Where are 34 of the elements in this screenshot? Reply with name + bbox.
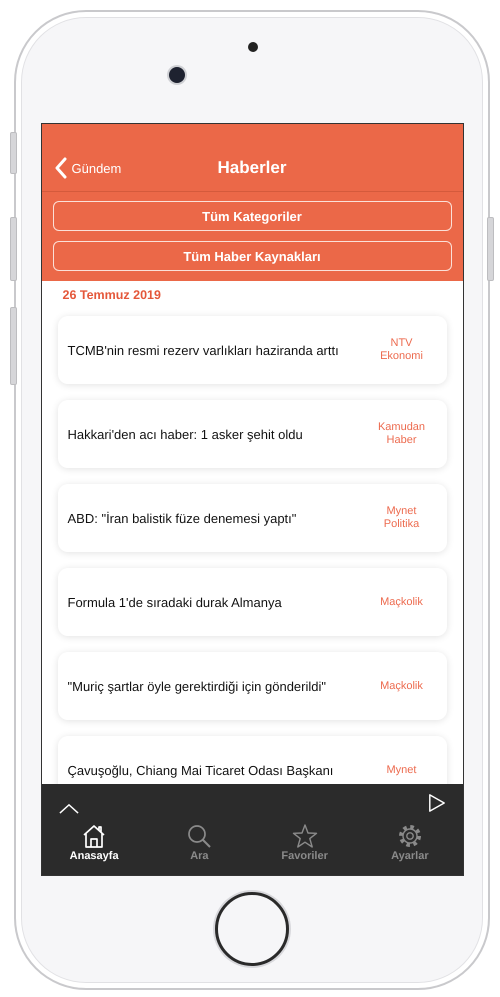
chevron-up-icon[interactable] [58, 803, 78, 814]
screen-title: Haberler [218, 158, 286, 179]
star-icon [292, 823, 318, 849]
news-source: Mynet [386, 764, 418, 776]
settings-icon [396, 823, 423, 849]
news-source: Kamudan Haber [376, 421, 426, 447]
news-card[interactable]: Formula 1'de sıradaki durak Almanya Maçkolik [58, 568, 446, 636]
news-title: Hakkari'den acı haber: 1 asker şehit oldu [68, 426, 304, 442]
news-card[interactable]: Hakkari'den acı haber: 1 asker şehit oldu Kamudan Haber [58, 400, 446, 468]
news-source: Maçkolik [379, 680, 424, 692]
date-heading: 26 Temmuz 2019 [62, 287, 162, 304]
chevron-left-icon [54, 157, 66, 179]
camera-lens [169, 67, 185, 83]
news-card[interactable]: "Muriç şartlar öyle gerektirdiği için gönderildi" Maçkolik [58, 652, 446, 720]
tab-item[interactable]: Favoriler [252, 823, 358, 875]
news-title: Formula 1'de sıradaki durak Almanya [68, 594, 283, 610]
play-icon[interactable] [428, 792, 446, 812]
tab-item[interactable]: Ayarlar [357, 823, 462, 875]
news-title: TCMB'nin resmi rezerv varlıkları haziranda arttı [68, 342, 340, 358]
news-title: "Muriç şartlar öyle gerektirdiği için gönderildi" [68, 678, 327, 694]
news-card[interactable]: ABD: "İran balistik füze denemesi yaptı" Mynet Politika [58, 484, 446, 552]
home-icon [81, 823, 108, 849]
news-card[interactable]: Çavuşoğlu, Chiang Mai Ticaret Odası Başkanı Mynet [58, 736, 446, 784]
news-source: Mynet Politika [382, 505, 420, 531]
news-title: Çavuşoğlu, Chiang Mai Ticaret Odası Başkanı [68, 762, 334, 778]
tab-item[interactable]: Ara [146, 823, 252, 875]
home-button[interactable] [215, 892, 289, 966]
news-source: NTV Ekonomi [379, 337, 424, 363]
tab-item[interactable]: Anasayfa [42, 823, 147, 875]
news-source: Maçkolik [379, 596, 424, 608]
news-card[interactable]: TCMB'nin resmi rezerv varlıkları haziranda arttı NTV Ekonomi [58, 316, 446, 384]
speaker-dot [248, 42, 258, 52]
news-title: ABD: "İran balistik füze denemesi yaptı" [68, 510, 298, 526]
search-icon [186, 823, 212, 849]
